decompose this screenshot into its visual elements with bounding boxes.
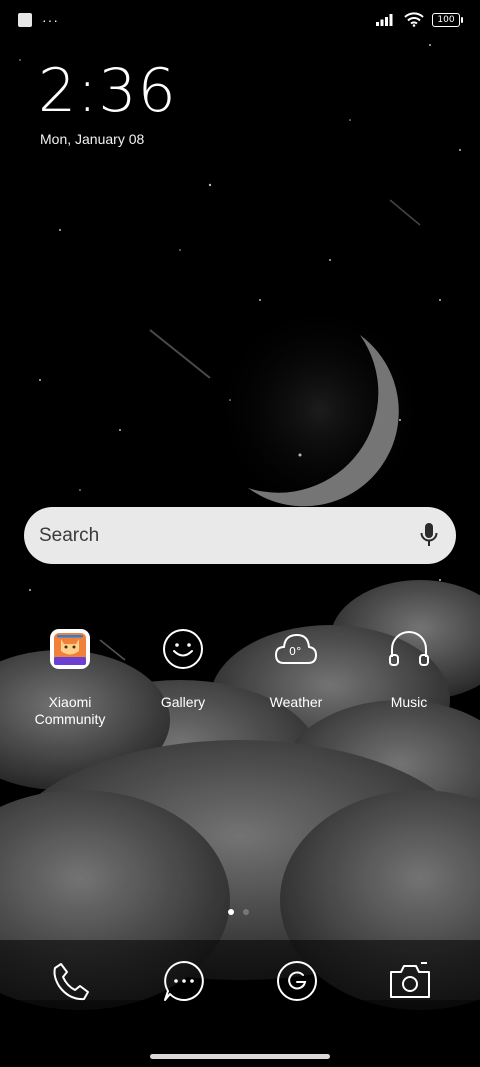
app-gallery[interactable]: Gallery (128, 627, 238, 711)
wifi-icon (404, 12, 424, 27)
camera-icon[interactable] (388, 959, 432, 1003)
messages-icon[interactable] (162, 959, 206, 1003)
search-placeholder: Search (39, 525, 100, 546)
clock-time[interactable]: 2:36 (38, 56, 177, 126)
battery-icon: 100 (432, 12, 463, 27)
browser-g-icon[interactable] (275, 959, 319, 1003)
home-screen: ··· 100 2:36 Mon, January 08 Search Xiao… (0, 0, 480, 1067)
page-indicator (228, 909, 249, 915)
home-gesture-bar[interactable] (150, 1054, 330, 1059)
app-music[interactable]: Music (354, 627, 464, 711)
gallery-smiley-icon (163, 629, 203, 669)
app-xiaomi-community[interactable]: Xiaomi Community (15, 627, 125, 728)
phone-icon[interactable] (49, 959, 93, 1003)
status-bar: ··· 100 (0, 0, 480, 42)
more-notifications-icon: ··· (42, 12, 59, 28)
app-label: Music (390, 694, 428, 710)
weather-temperature: 0° (289, 645, 302, 658)
signal-icon (376, 14, 393, 26)
page-dot (243, 909, 249, 915)
xiaomi-community-icon (50, 629, 90, 669)
app-label: Weather (269, 694, 323, 710)
page-dot-active (228, 909, 234, 915)
app-label: Gallery (160, 694, 206, 710)
search-bar[interactable]: Search (24, 507, 456, 564)
app-weather[interactable]: 0° Weather (241, 627, 351, 711)
clock-date[interactable]: Mon, January 08 (40, 131, 144, 147)
microphone-icon[interactable] (420, 522, 438, 548)
app-label: Xiaomi Community (34, 694, 106, 727)
headphones-icon (389, 631, 429, 666)
notification-icon (18, 13, 32, 27)
